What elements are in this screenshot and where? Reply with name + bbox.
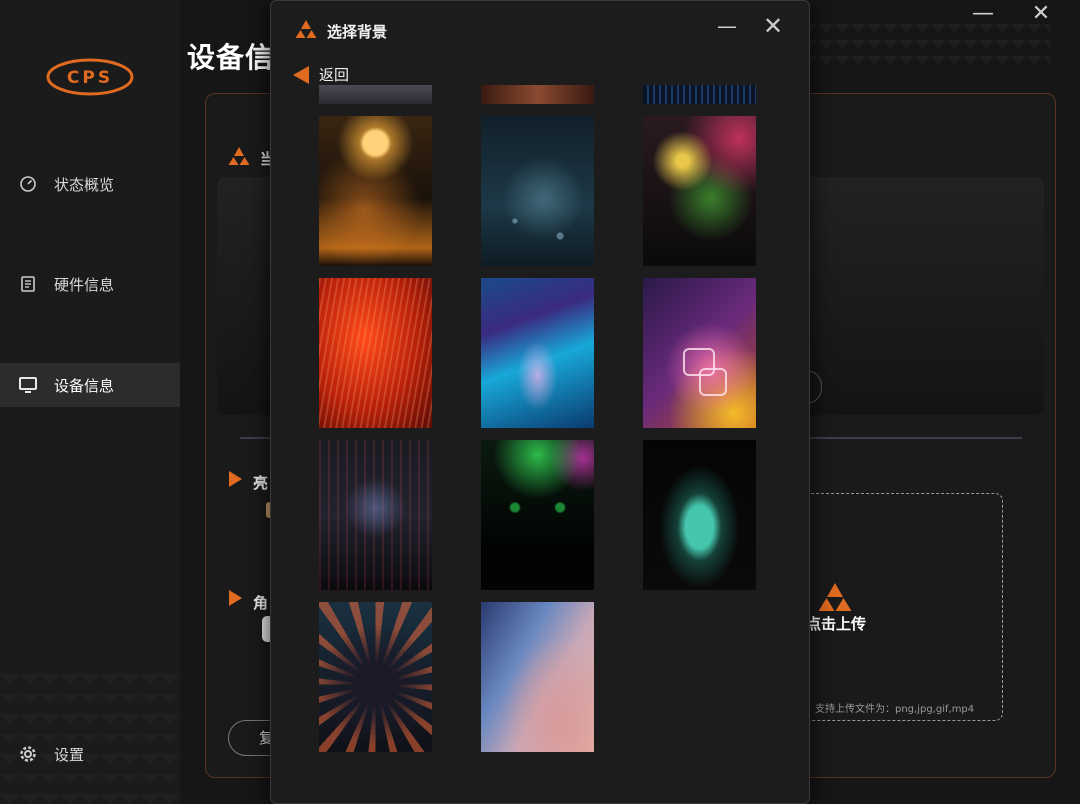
background-thumbnail-green-arch[interactable] — [481, 440, 594, 590]
background-thumbnail-blue-wave[interactable] — [481, 278, 594, 428]
minimize-button[interactable]: — — [972, 1, 994, 26]
background-thumbnail-neon-dots[interactable] — [643, 116, 756, 266]
triforce-icon — [228, 147, 250, 165]
sidebar-item-label: 硬件信息 — [54, 275, 115, 294]
background-thumbnail-glowing-mushroom[interactable] — [643, 440, 756, 590]
sidebar-item-label: 设置 — [54, 745, 85, 764]
background-thumbnail-red-wave[interactable] — [319, 278, 432, 428]
sidebar-item-label: 状态概览 — [54, 175, 115, 194]
background-thumbnail-partial[interactable] — [319, 85, 432, 104]
upload-label: 点击上传 — [806, 615, 867, 633]
back-label: 返回 — [319, 66, 350, 84]
gear-icon — [18, 744, 38, 764]
background-thumbnail-partial[interactable] — [643, 85, 756, 104]
dialog-minimize-button[interactable]: — — [717, 14, 737, 38]
sidebar-item-status-overview[interactable]: 状态概览 — [0, 162, 180, 206]
triangle-right-icon — [229, 471, 242, 487]
dialog-close-button[interactable]: ✕ — [761, 14, 785, 40]
section-angle-label: 角 — [253, 594, 269, 612]
sidebar-item-device-info[interactable]: 设备信息 — [0, 363, 180, 407]
cps-logo: CPS — [46, 58, 134, 96]
sidebar-item-label: 设备信息 — [54, 376, 115, 395]
upload-triforce-icon — [818, 583, 852, 611]
gauge-icon — [18, 174, 38, 194]
triforce-icon — [295, 20, 317, 38]
back-button[interactable]: 返回 — [293, 64, 349, 85]
close-button[interactable]: ✕ — [1030, 1, 1052, 26]
window-controls: — ✕ — [972, 1, 1052, 26]
background-thumbnail-pastel-gradient[interactable] — [481, 602, 594, 752]
monitor-icon — [18, 375, 38, 395]
background-thumbnail-partial[interactable] — [481, 85, 594, 104]
sidebar: CPS 状态概览 硬件信息 设备信息 设置 — [0, 0, 180, 804]
logo-text: CPS — [67, 68, 113, 88]
back-arrow-icon — [293, 65, 309, 84]
sidebar-item-settings[interactable]: 设置 — [0, 732, 180, 776]
background-picker-dialog: 选择背景 — ✕ 返回 — [270, 0, 810, 804]
dialog-header: 选择背景 — ✕ — [271, 1, 809, 61]
background-thumbnail-moon-girl[interactable] — [319, 116, 432, 266]
background-thumbnail-cyber-city[interactable] — [319, 440, 432, 590]
background-thumbnail-teal-bokeh[interactable] — [481, 116, 594, 266]
upload-hint: 支持上传文件为：png,jpg,gif,mp4 — [815, 704, 975, 715]
background-thumbnail-neon-tunnel[interactable] — [319, 602, 432, 752]
triangle-right-icon — [229, 590, 242, 606]
document-icon — [18, 274, 38, 294]
background-thumbnail-neon-squares[interactable] — [643, 278, 756, 428]
sidebar-item-hardware-info[interactable]: 硬件信息 — [0, 262, 180, 306]
section-brightness-label: 亮 — [253, 474, 269, 492]
decorative-pattern — [810, 24, 1050, 70]
dialog-title: 选择背景 — [327, 23, 388, 41]
